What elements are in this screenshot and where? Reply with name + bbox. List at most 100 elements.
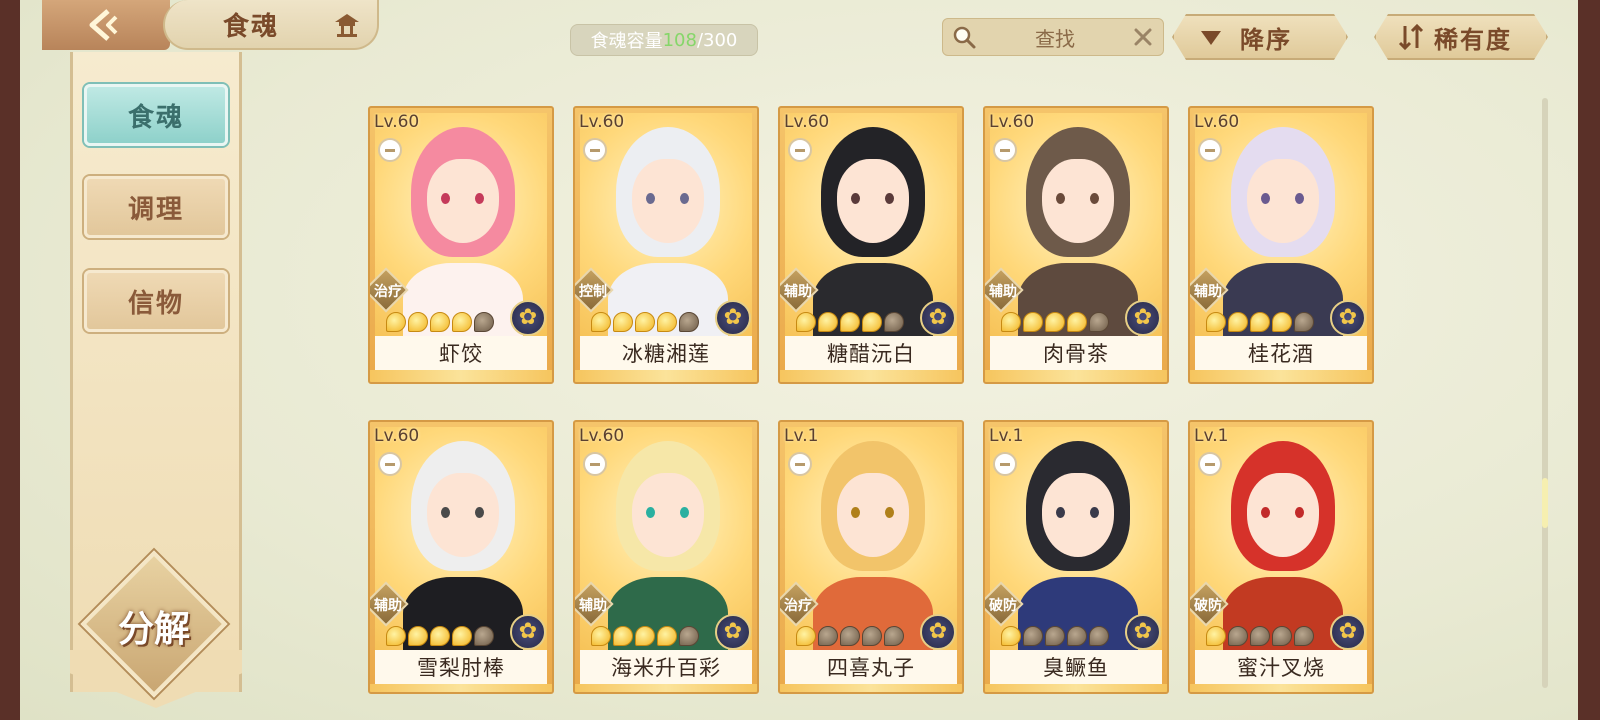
star-icon [1089, 312, 1109, 332]
search-icon [953, 26, 976, 49]
sidebar-item-label: 调理 [127, 194, 184, 225]
star-icon [635, 312, 655, 332]
clear-search-icon[interactable] [1133, 27, 1153, 47]
element-flower-icon [510, 300, 546, 336]
star-icon [840, 312, 860, 332]
food-soul-card[interactable]: Lv.60 控制 冰糖湘莲 [573, 106, 759, 384]
star-icon [1023, 312, 1043, 332]
lock-badge-icon [1198, 452, 1222, 476]
role-badge: 辅助 [575, 581, 615, 628]
role-badge: 破防 [985, 581, 1025, 628]
food-soul-card[interactable]: Lv.1 破防 臭鳜鱼 [983, 420, 1169, 694]
star-icon [1045, 312, 1065, 332]
star-rating [1001, 626, 1109, 646]
sort-arrows-icon [1396, 22, 1426, 52]
level-label: Lv.60 [374, 426, 420, 446]
character-eye [1295, 507, 1304, 518]
sidebar-item-food-souls[interactable]: 食魂 [84, 84, 228, 146]
sidebar-item-cooking[interactable]: 调理 [84, 176, 228, 238]
character-face [1042, 159, 1114, 243]
character-eye [646, 193, 655, 204]
food-soul-card[interactable]: Lv.1 治疗 四喜丸子 [778, 420, 964, 694]
star-icon [1228, 312, 1248, 332]
star-rating [1206, 626, 1314, 646]
role-badge: 治疗 [780, 581, 820, 628]
star-icon [884, 626, 904, 646]
scrollbar-thumb[interactable] [1542, 478, 1548, 528]
triangle-down-icon [1196, 22, 1226, 52]
role-label: 治疗 [374, 284, 402, 300]
level-label: Lv.60 [989, 112, 1035, 132]
star-icon [613, 626, 633, 646]
card-bottom-strip [985, 684, 1167, 692]
star-icon [657, 312, 677, 332]
name-bar: 臭鳜鱼 [990, 650, 1162, 684]
star-icon [1023, 626, 1043, 646]
lock-badge-icon [378, 452, 402, 476]
food-soul-card[interactable]: Lv.60 治疗 虾饺 [368, 106, 554, 384]
star-icon [840, 626, 860, 646]
star-icon [1294, 626, 1314, 646]
food-soul-card[interactable]: Lv.60 辅助 海米升百彩 [573, 420, 759, 694]
role-label: 辅助 [989, 284, 1017, 300]
character-name: 四喜丸子 [827, 656, 915, 680]
name-bar: 桂花酒 [1195, 336, 1367, 370]
role-badge: 辅助 [985, 267, 1025, 314]
element-flower-icon [1330, 300, 1366, 336]
lock-badge-icon [788, 138, 812, 162]
star-icon [1067, 626, 1087, 646]
food-soul-card[interactable]: Lv.60 辅助 雪梨肘棒 [368, 420, 554, 694]
sort-field-button[interactable]: 稀有度 [1374, 14, 1548, 60]
lock-badge-icon [993, 452, 1017, 476]
level-label: Lv.1 [1194, 426, 1229, 446]
back-button[interactable] [42, 0, 170, 50]
scrollbar-track[interactable] [1542, 98, 1548, 688]
star-icon [1001, 312, 1021, 332]
star-icon [1089, 626, 1109, 646]
food-soul-card[interactable]: Lv.60 辅助 桂花酒 [1188, 106, 1374, 384]
element-flower-icon [1330, 614, 1366, 650]
page-title: 食魂 [223, 11, 280, 42]
character-face [427, 473, 499, 557]
character-eye [475, 193, 484, 204]
role-label: 辅助 [784, 284, 812, 300]
character-eye [680, 507, 689, 518]
card-bottom-strip [780, 684, 962, 692]
star-icon [1250, 312, 1270, 332]
capacity-indicator: 食魂容量 108 / 300 [570, 24, 758, 56]
lock-badge-icon [583, 452, 607, 476]
character-eye [646, 507, 655, 518]
sidebar-item-tokens[interactable]: 信物 [84, 270, 228, 332]
food-soul-card[interactable]: Lv.60 辅助 肉骨茶 [983, 106, 1169, 384]
character-name: 糖醋沅白 [827, 342, 915, 366]
character-eye [680, 193, 689, 204]
character-face [1042, 473, 1114, 557]
search-field[interactable]: 查找 [942, 18, 1164, 56]
star-icon [408, 626, 428, 646]
star-icon [818, 626, 838, 646]
character-eye [1090, 507, 1099, 518]
card-bottom-strip [985, 370, 1167, 382]
star-icon [1272, 312, 1292, 332]
character-eye [1261, 193, 1270, 204]
star-icon [452, 312, 472, 332]
capacity-current: 108 [662, 29, 697, 51]
role-label: 破防 [1194, 598, 1222, 614]
character-eye [441, 193, 450, 204]
character-name: 臭鳜鱼 [1043, 656, 1109, 680]
character-face [1247, 159, 1319, 243]
character-name: 桂花酒 [1248, 342, 1314, 366]
element-flower-icon [920, 614, 956, 650]
character-eye [1090, 193, 1099, 204]
character-face [837, 473, 909, 557]
food-soul-card[interactable]: Lv.1 破防 蜜汁叉烧 [1188, 420, 1374, 694]
element-flower-icon [920, 300, 956, 336]
character-face [837, 159, 909, 243]
character-name: 肉骨茶 [1043, 342, 1109, 366]
character-eye [885, 193, 894, 204]
pavilion-icon[interactable] [333, 12, 361, 38]
character-name: 冰糖湘莲 [622, 342, 710, 366]
food-soul-card[interactable]: Lv.60 辅助 糖醋沅白 [778, 106, 964, 384]
sort-order-button[interactable]: 降序 [1172, 14, 1348, 60]
star-icon [1294, 312, 1314, 332]
